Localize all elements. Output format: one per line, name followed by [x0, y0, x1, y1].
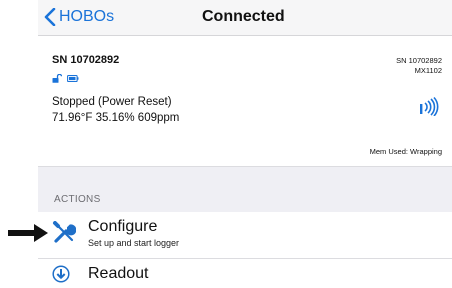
pointer-arrow-icon: [8, 224, 48, 242]
unlock-icon: [52, 74, 62, 83]
configure-title: Configure: [88, 218, 158, 235]
signal-strength-icon: [420, 96, 439, 116]
readout-title: Readout: [88, 265, 149, 282]
navigation-bar: HOBOs Connected: [38, 0, 452, 36]
logger-status: Stopped (Power Reset): [52, 96, 172, 108]
section-label: ACTIONS: [54, 194, 101, 205]
battery-icon: [67, 74, 79, 83]
device-status-icons: [52, 74, 79, 83]
device-serial-secondary: SN 10702892: [396, 56, 442, 65]
device-card: SN 10702892 Stopped (Power Reset) 71.96°…: [38, 36, 452, 166]
sensor-readings: 71.96°F 35.16% 609ppm: [52, 112, 180, 124]
readout-action[interactable]: Readout: [38, 259, 452, 288]
device-serial: SN 10702892: [52, 54, 120, 66]
chevron-left-icon: [44, 8, 56, 26]
configure-action[interactable]: Configure Set up and start logger: [38, 212, 452, 259]
wrench-screwdriver-icon: [53, 221, 76, 243]
back-button[interactable]: HOBOs: [44, 8, 114, 26]
page-title: Connected: [202, 8, 285, 25]
back-button-label[interactable]: HOBOs: [59, 8, 114, 26]
memory-status: Mem Used: Wrapping: [369, 147, 442, 156]
device-info-right: SN 10702892 MX1102: [396, 56, 442, 76]
download-arrow-icon: [52, 265, 70, 283]
actions-section-header: ACTIONS: [38, 166, 452, 212]
configure-subtitle: Set up and start logger: [88, 238, 180, 248]
device-model: MX1102: [414, 66, 442, 75]
